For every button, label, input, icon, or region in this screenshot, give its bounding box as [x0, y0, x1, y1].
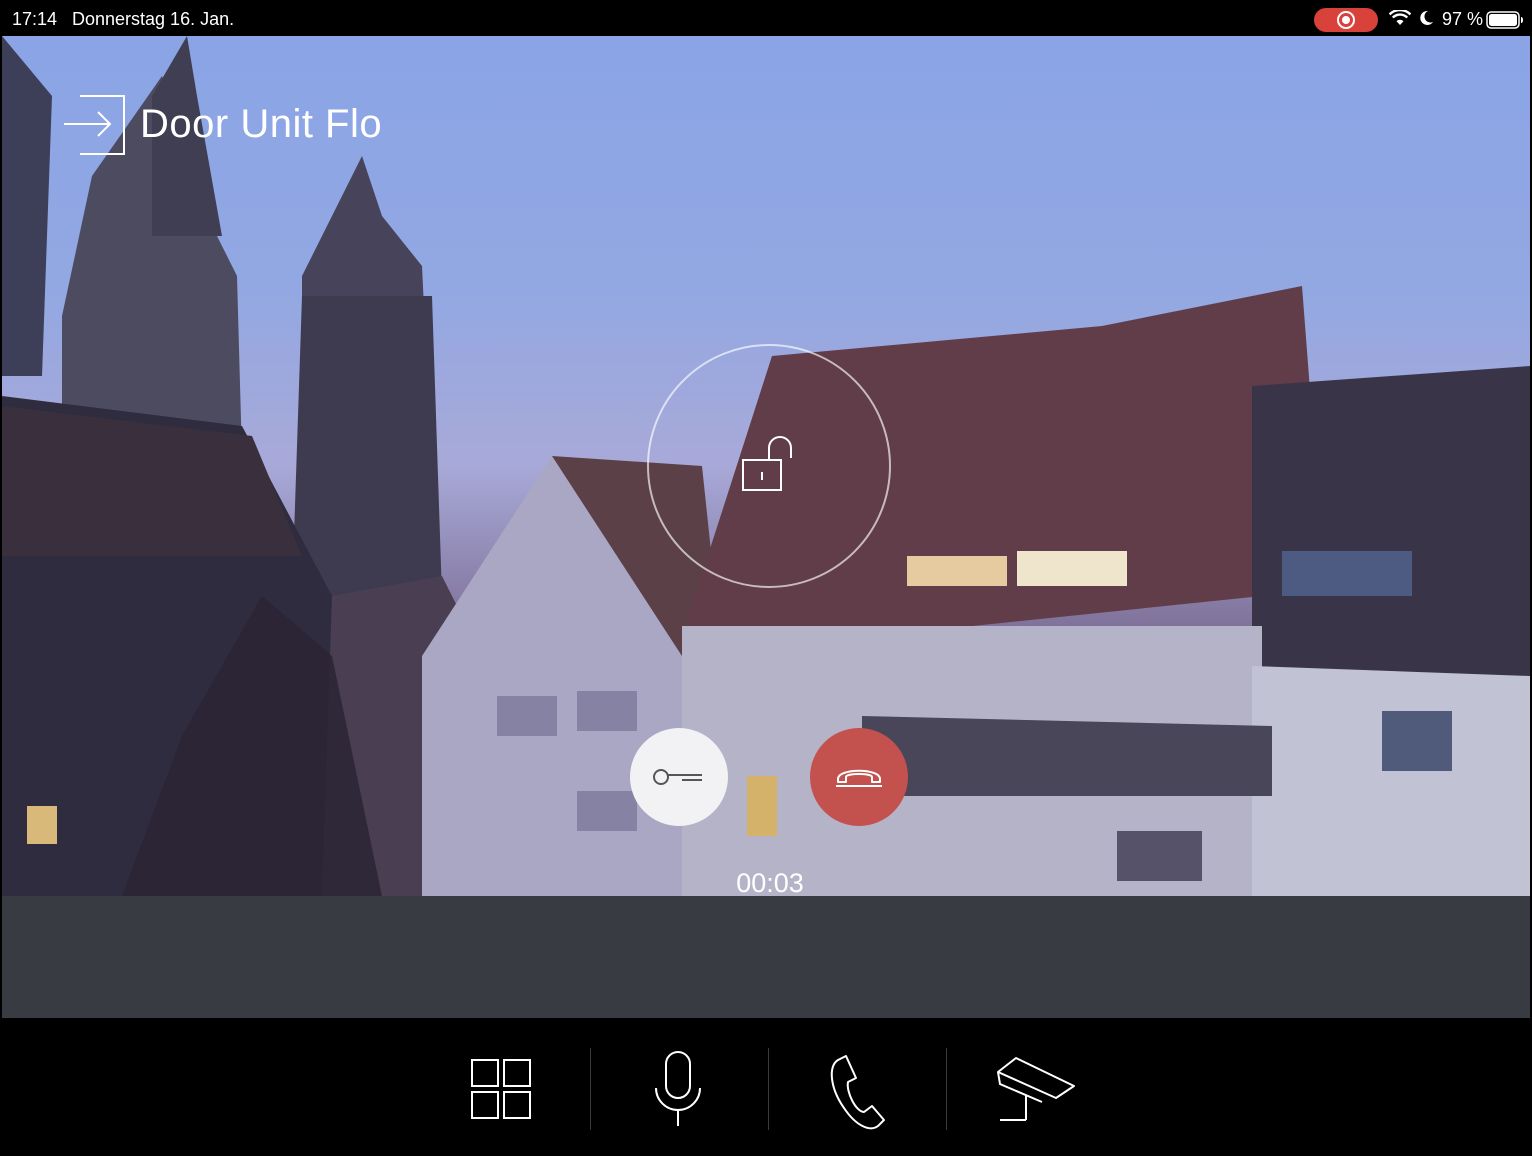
- microphone-icon: [655, 1051, 701, 1126]
- bottom-toolbar: [0, 1018, 1532, 1156]
- key-icon: [653, 769, 702, 785]
- camera-feed: Door Unit Flo 00:03: [2, 36, 1530, 896]
- microphone-button[interactable]: [628, 1042, 728, 1132]
- toolbar-divider: [946, 1048, 947, 1130]
- open-door-key-button[interactable]: [630, 728, 728, 826]
- call-duration: 00:03: [736, 868, 804, 896]
- moon-icon: [1420, 10, 1433, 25]
- status-date: Donnerstag 16. Jan.: [72, 9, 235, 29]
- call-button[interactable]: [806, 1042, 906, 1132]
- toolbar-divider: [768, 1048, 769, 1130]
- status-bar: 17:14 Donnerstag 16. Jan. 97 %: [0, 0, 1532, 36]
- camera-icon: [997, 1057, 1075, 1121]
- battery-icon: [1486, 11, 1523, 29]
- status-time: 17:14: [12, 9, 58, 29]
- info-panel: [2, 896, 1530, 1018]
- camera-switch-button[interactable]: [986, 1042, 1086, 1132]
- padlock-open-icon: [742, 436, 792, 491]
- door-enter-icon: [64, 95, 125, 155]
- phone-icon: [830, 1055, 885, 1130]
- grid-icon: [471, 1059, 531, 1119]
- record-icon: [1337, 11, 1355, 29]
- screen-recording-indicator[interactable]: [1314, 8, 1378, 32]
- phone-hangup-icon: [836, 769, 882, 787]
- toolbar-divider: [590, 1048, 591, 1130]
- battery-percent: 97 %: [1442, 9, 1484, 29]
- unlock-door-button[interactable]: [647, 344, 891, 588]
- wifi-icon: [1389, 10, 1411, 25]
- door-unit-title: Door Unit Flo: [140, 102, 383, 146]
- hang-up-button[interactable]: [810, 728, 908, 826]
- grid-menu-button[interactable]: [450, 1042, 550, 1132]
